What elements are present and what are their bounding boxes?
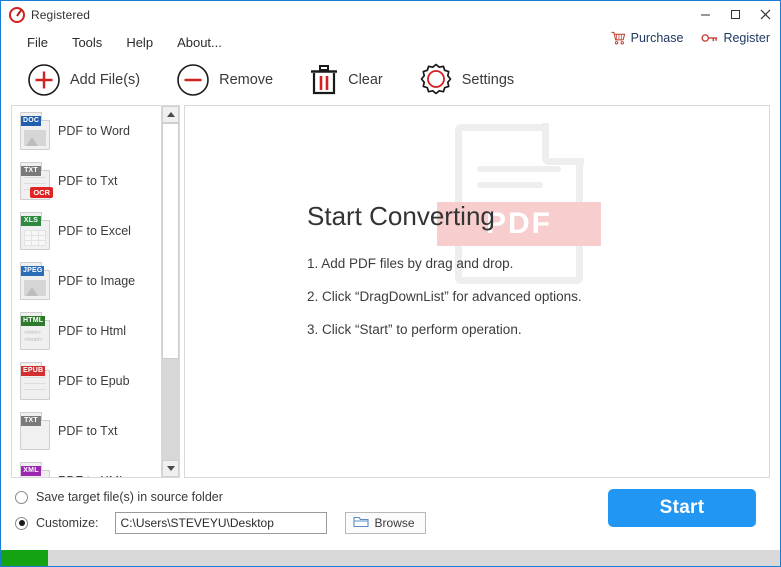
caret-up-icon: [166, 112, 175, 117]
file-type-icon: XML: [20, 462, 50, 477]
status-bar: [1, 550, 780, 566]
clear-button[interactable]: Clear: [305, 62, 387, 98]
minimize-icon[interactable]: [690, 1, 720, 27]
purchase-button[interactable]: Purchase: [611, 31, 684, 45]
list-item[interactable]: TXT PDF to Txt: [12, 406, 161, 456]
file-type-icon: TXT: [20, 412, 50, 450]
list-item-label: PDF to Html: [58, 324, 127, 338]
menu-item-tools[interactable]: Tools: [60, 32, 114, 53]
conversion-type-list-inner: DOC PDF to Word TXT OCR PDF to Txt XLS PDF to …: [12, 106, 161, 477]
maximize-icon[interactable]: [720, 1, 750, 27]
start-button[interactable]: Start: [608, 489, 756, 527]
scroll-up-button[interactable]: [162, 106, 179, 123]
main-panel[interactable]: PDF Start Converting 1. Add PDF files by…: [184, 105, 770, 478]
settings-label: Settings: [461, 72, 515, 88]
conversion-type-list[interactable]: DOC PDF to Word TXT OCR PDF to Txt XLS PDF to …: [11, 105, 161, 478]
file-type-icon: TXT OCR: [20, 162, 53, 200]
close-icon[interactable]: [750, 1, 780, 27]
gear-icon: [419, 63, 453, 97]
source-folder-label: Save target file(s) in source folder: [36, 490, 223, 504]
folder-icon: [352, 515, 369, 531]
remove-button[interactable]: Remove: [172, 61, 277, 99]
list-item[interactable]: JPEG PDF to Image: [12, 256, 161, 306]
app-logo-icon: [9, 7, 25, 23]
title-bar: Registered: [1, 1, 780, 29]
caret-down-icon: [166, 466, 175, 471]
source-folder-radio[interactable]: [15, 490, 28, 504]
register-label: Register: [723, 31, 770, 45]
browse-button[interactable]: Browse: [344, 512, 426, 534]
scroll-down-button[interactable]: [162, 460, 179, 477]
menu-item-help[interactable]: Help: [114, 32, 165, 53]
page-title: Start Converting: [307, 201, 495, 231]
customize-label: Customize:: [36, 516, 99, 530]
list-item[interactable]: XLS PDF to Excel: [12, 206, 161, 256]
list-item-label: PDF to Epub: [58, 374, 130, 388]
panel-content: Start Converting 1. Add PDF files by dra…: [185, 106, 769, 337]
body-area: DOC PDF to Word TXT OCR PDF to Txt XLS PDF to …: [1, 105, 780, 478]
list-item-label: PDF to Image: [58, 274, 136, 288]
file-type-icon: DOC: [20, 112, 50, 150]
window-controls: [690, 1, 780, 29]
output-path-input[interactable]: [114, 512, 327, 534]
menu-item-file[interactable]: File: [15, 32, 60, 53]
list-item[interactable]: DOC PDF to Word: [12, 106, 161, 156]
list-item-label: PDF to Word: [58, 124, 131, 138]
scrollbar-track[interactable]: [162, 123, 179, 460]
list-scrollbar[interactable]: [161, 105, 180, 478]
output-settings: Save target file(s) in source folder Cus…: [1, 478, 780, 550]
key-icon: [701, 32, 718, 44]
list-item-label: PDF to Txt: [58, 174, 118, 188]
list-item-label: PDF to Excel: [58, 224, 131, 238]
top-right-actions: Purchase Register: [611, 31, 770, 45]
list-item[interactable]: EPUB PDF to Epub: [12, 356, 161, 406]
add-files-label: Add File(s): [70, 72, 141, 88]
file-type-icon: XLS: [20, 212, 50, 250]
purchase-label: Purchase: [630, 31, 684, 45]
menu-bar: File Tools Help About... Purchase Regist…: [1, 29, 780, 55]
progress-bar: [1, 550, 48, 566]
minus-circle-icon: [176, 63, 210, 97]
file-type-icon: EPUB: [20, 362, 50, 400]
trash-icon: [309, 64, 339, 96]
list-item-label: PDF to XML: [58, 474, 126, 477]
instruction-step-2: 2. Click “DragDownList” for advanced opt…: [307, 289, 582, 304]
remove-label: Remove: [219, 72, 274, 88]
list-item[interactable]: TXT OCR PDF to Txt: [12, 156, 161, 206]
register-button[interactable]: Register: [701, 31, 770, 45]
list-item[interactable]: <html> <head> HTML PDF to Html: [12, 306, 161, 356]
app-window: Registered File Tools Help About... Purc…: [0, 0, 781, 567]
list-item-label: PDF to Txt: [58, 424, 118, 438]
window-title: Registered: [31, 8, 91, 22]
clear-label: Clear: [348, 72, 383, 88]
file-type-icon: JPEG: [20, 262, 50, 300]
browse-label: Browse: [374, 516, 415, 530]
customize-radio[interactable]: [15, 516, 28, 530]
scrollbar-thumb[interactable]: [162, 123, 179, 359]
list-item[interactable]: XML PDF to XML: [12, 456, 161, 477]
shopping-cart-icon: [611, 31, 626, 45]
instruction-step-1: 1. Add PDF files by drag and drop.: [307, 256, 514, 271]
toolbar: Add File(s) Remove Clear Settings: [1, 55, 780, 105]
file-type-icon: <html> <head> HTML: [20, 312, 50, 350]
add-files-button[interactable]: Add File(s): [23, 61, 144, 99]
settings-button[interactable]: Settings: [415, 61, 518, 99]
ocr-badge: OCR: [30, 187, 53, 198]
menu-item-about[interactable]: About...: [165, 32, 234, 53]
instruction-step-3: 3. Click “Start” to perform operation.: [307, 322, 522, 337]
plus-circle-icon: [27, 63, 61, 97]
